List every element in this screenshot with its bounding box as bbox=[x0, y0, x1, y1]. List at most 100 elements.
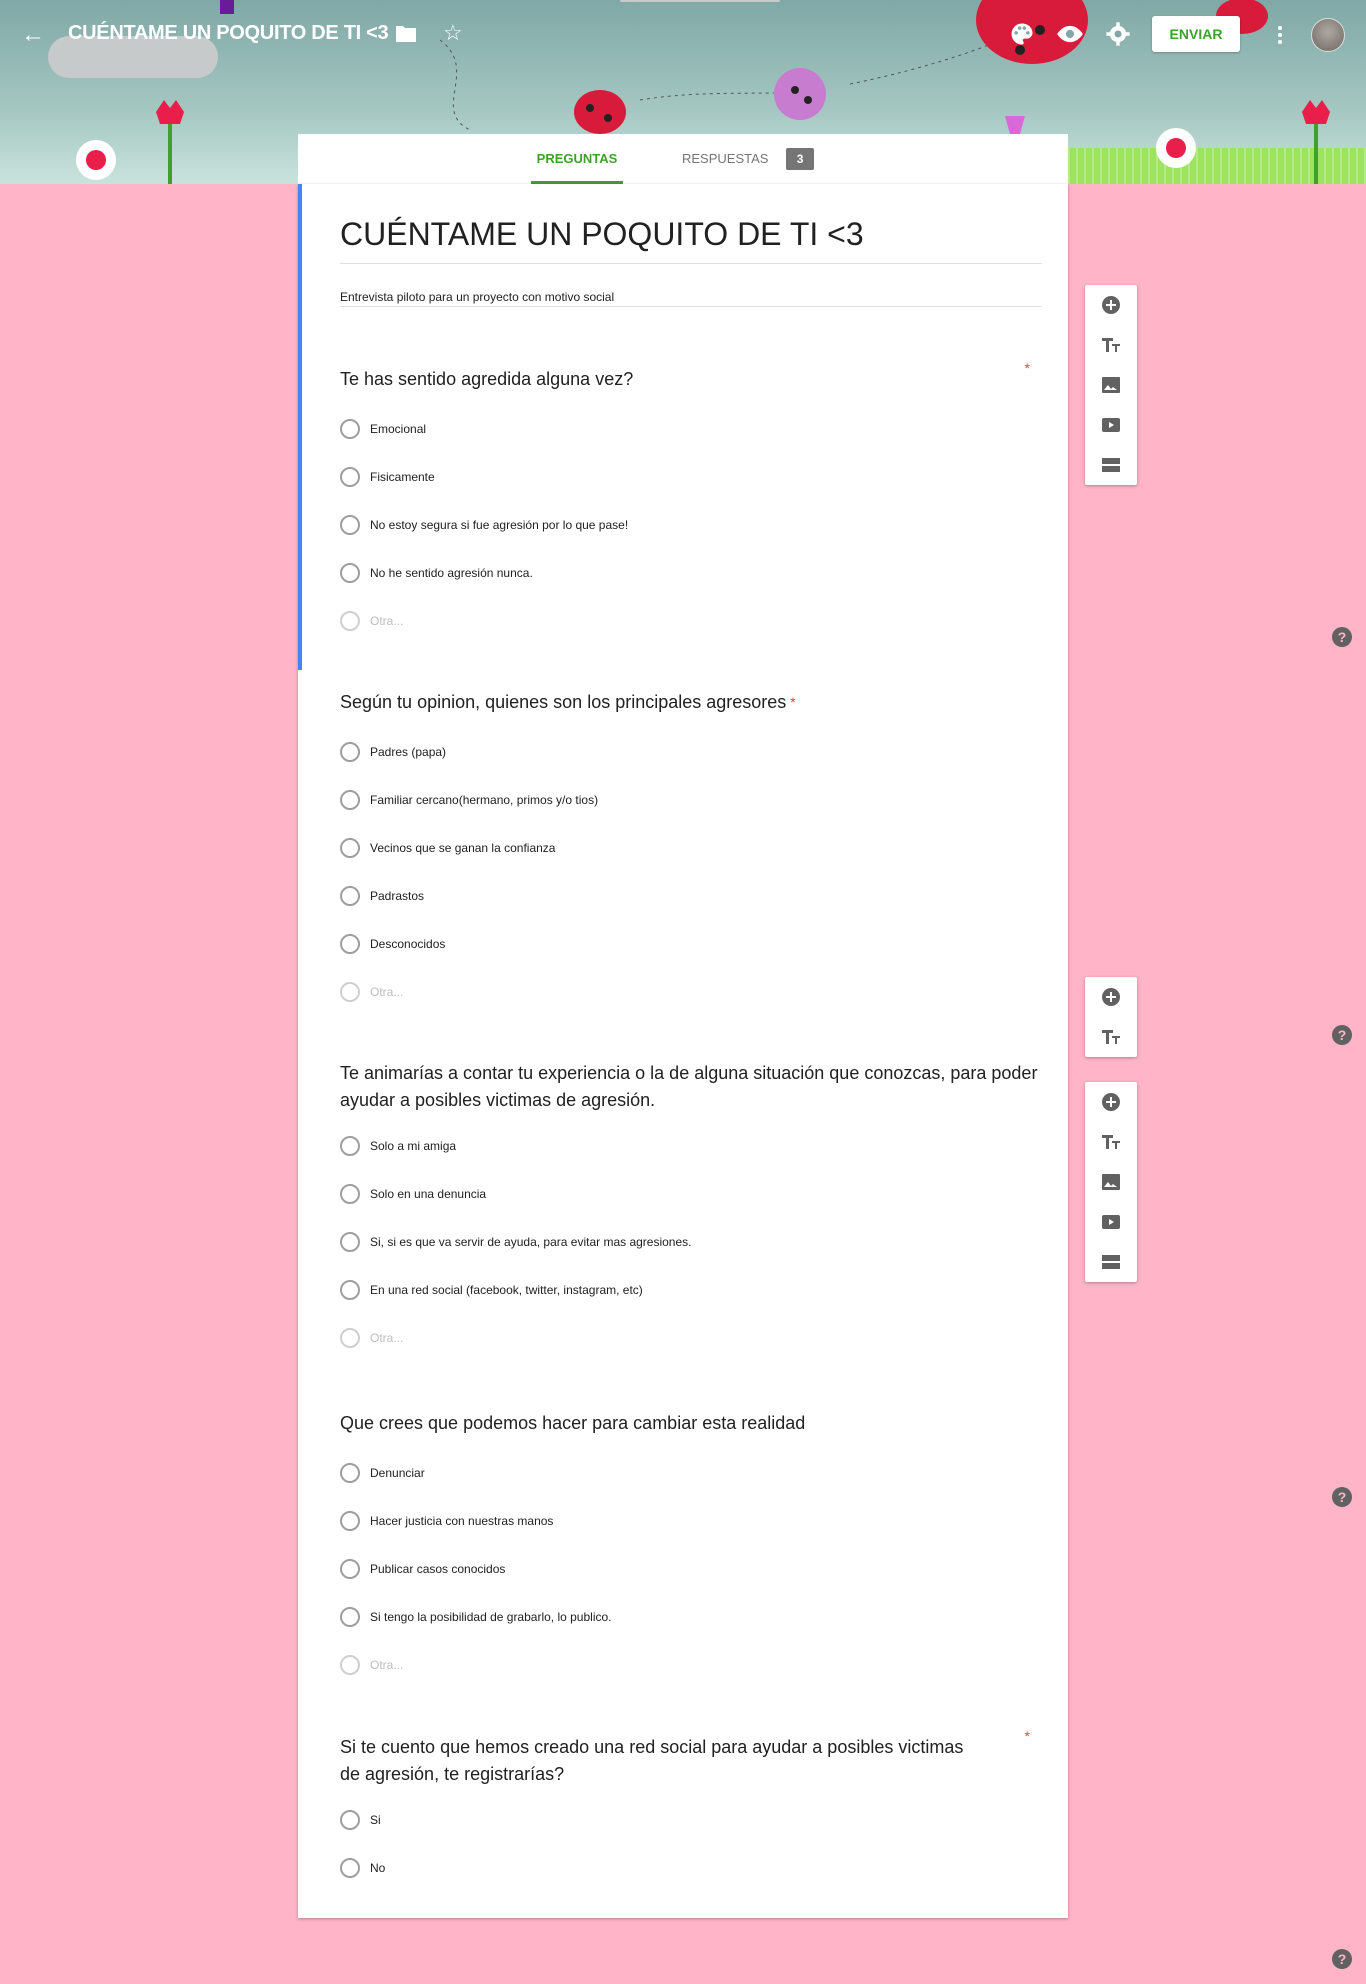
help-icon[interactable]: ? bbox=[1332, 1487, 1352, 1507]
add-image-button[interactable] bbox=[1085, 365, 1137, 405]
radio-option[interactable]: Hacer justicia con nuestras manos bbox=[340, 1497, 1060, 1545]
help-icon[interactable]: ? bbox=[1332, 1025, 1352, 1045]
radio-circle[interactable] bbox=[340, 1810, 360, 1830]
more-options-icon[interactable] bbox=[1272, 20, 1288, 50]
radio-circle[interactable] bbox=[340, 467, 360, 487]
form-title[interactable]: CUÉNTAME UN POQUITO DE TI <3 bbox=[340, 216, 1042, 264]
add-section-button[interactable] bbox=[1085, 1242, 1137, 1282]
help-icon[interactable]: ? bbox=[1332, 627, 1352, 647]
radio-circle[interactable] bbox=[340, 1136, 360, 1156]
question-title[interactable]: Que crees que podemos hacer para cambiar… bbox=[340, 1410, 1060, 1437]
avatar[interactable] bbox=[1311, 18, 1345, 52]
required-asterisk: * bbox=[790, 694, 796, 710]
question-card[interactable]: Que crees que podemos hacer para cambiar… bbox=[340, 1410, 1060, 1689]
settings-gear-icon[interactable] bbox=[1104, 20, 1132, 48]
image-icon bbox=[1102, 377, 1120, 393]
radio-circle[interactable] bbox=[340, 1858, 360, 1878]
radio-option[interactable]: No he sentido agresión nunca. bbox=[340, 549, 1060, 597]
radio-circle[interactable] bbox=[340, 1328, 360, 1348]
help-icon[interactable]: ? bbox=[1332, 1949, 1352, 1969]
add-question-button[interactable] bbox=[1085, 1082, 1137, 1122]
star-icon[interactable]: ☆ bbox=[443, 20, 463, 46]
add-image-button[interactable] bbox=[1085, 1162, 1137, 1202]
radio-circle[interactable] bbox=[340, 515, 360, 535]
radio-option[interactable]: No estoy segura si fue agresión por lo q… bbox=[340, 501, 1060, 549]
radio-circle[interactable] bbox=[340, 1232, 360, 1252]
radio-option[interactable]: Vecinos que se ganan la confianza bbox=[340, 824, 1060, 872]
question-card[interactable]: Te has sentido agredida alguna vez? * Em… bbox=[340, 360, 1060, 645]
radio-circle[interactable] bbox=[340, 1607, 360, 1627]
tab-responses[interactable]: RESPUESTAS 3 bbox=[682, 134, 815, 184]
radio-circle[interactable] bbox=[340, 1511, 360, 1531]
radio-option[interactable]: Solo en una denuncia bbox=[340, 1170, 1060, 1218]
radio-option-other[interactable]: Otra... bbox=[340, 968, 1060, 1016]
option-label: Denunciar bbox=[370, 1466, 425, 1480]
radio-option[interactable]: Padres (papa) bbox=[340, 728, 1060, 776]
option-label: Publicar casos conocidos bbox=[370, 1562, 506, 1576]
question-title[interactable]: Te has sentido agredida alguna vez? bbox=[340, 366, 1060, 393]
radio-option-other[interactable]: Otra... bbox=[340, 1314, 1060, 1362]
radio-circle[interactable] bbox=[340, 982, 360, 1002]
active-section-indicator bbox=[298, 184, 302, 670]
radio-circle[interactable] bbox=[340, 934, 360, 954]
video-icon bbox=[1102, 1215, 1120, 1229]
required-asterisk: * bbox=[1024, 1728, 1030, 1744]
add-video-button[interactable] bbox=[1085, 1202, 1137, 1242]
question-title-text: Según tu opinion, quienes son los princi… bbox=[340, 692, 787, 712]
back-arrow-icon[interactable]: ← bbox=[18, 20, 48, 50]
option-label: Solo a mi amiga bbox=[370, 1139, 457, 1153]
option-label: Desconocidos bbox=[370, 937, 446, 951]
question-card[interactable]: Si te cuento que hemos creado una red so… bbox=[340, 1728, 1060, 1892]
preview-eye-icon[interactable] bbox=[1056, 20, 1084, 48]
folder-icon[interactable] bbox=[396, 24, 416, 42]
option-label: Vecinos que se ganan la confianza bbox=[370, 841, 556, 855]
add-question-button[interactable] bbox=[1085, 285, 1137, 325]
radio-option[interactable]: Emocional bbox=[340, 405, 1060, 453]
radio-circle[interactable] bbox=[340, 742, 360, 762]
radio-option[interactable]: Desconocidos bbox=[340, 920, 1060, 968]
radio-option-other[interactable]: Otra... bbox=[340, 1641, 1060, 1689]
radio-circle[interactable] bbox=[340, 563, 360, 583]
section-icon bbox=[1102, 1255, 1120, 1269]
question-title[interactable]: Te animarías a contar tu experiencia o l… bbox=[340, 1060, 1060, 1114]
radio-option[interactable]: Familiar cercano(hermano, primos y/o tio… bbox=[340, 776, 1060, 824]
radio-circle[interactable] bbox=[340, 1559, 360, 1579]
radio-circle[interactable] bbox=[340, 886, 360, 906]
question-card[interactable]: Te animarías a contar tu experiencia o l… bbox=[340, 1060, 1060, 1362]
radio-option-other[interactable]: Otra... bbox=[340, 597, 1060, 645]
radio-circle[interactable] bbox=[340, 611, 360, 631]
radio-option[interactable]: Publicar casos conocidos bbox=[340, 1545, 1060, 1593]
question-title[interactable]: Si te cuento que hemos creado una red so… bbox=[340, 1734, 980, 1788]
radio-option[interactable]: En una red social (facebook, twitter, in… bbox=[340, 1266, 1060, 1314]
radio-circle[interactable] bbox=[340, 1655, 360, 1675]
option-other-label: Otra... bbox=[370, 1658, 404, 1672]
radio-circle[interactable] bbox=[340, 838, 360, 858]
radio-option[interactable]: Denunciar bbox=[340, 1449, 1060, 1497]
radio-option[interactable]: Si bbox=[340, 1796, 1060, 1844]
question-card[interactable]: Según tu opinion, quienes son los princi… bbox=[340, 689, 1060, 1016]
radio-circle[interactable] bbox=[340, 1280, 360, 1300]
add-video-button[interactable] bbox=[1085, 405, 1137, 445]
question-title[interactable]: Según tu opinion, quienes son los princi… bbox=[340, 689, 1060, 716]
tab-questions[interactable]: PREGUNTAS bbox=[531, 134, 623, 184]
form-title-header[interactable]: CUÉNTAME UN POQUITO DE TI <3 bbox=[68, 22, 389, 45]
radio-option[interactable]: Solo a mi amiga bbox=[340, 1122, 1060, 1170]
add-question-button[interactable] bbox=[1085, 977, 1137, 1017]
add-section-button[interactable] bbox=[1085, 445, 1137, 485]
radio-circle[interactable] bbox=[340, 419, 360, 439]
radio-circle[interactable] bbox=[340, 1184, 360, 1204]
radio-option[interactable]: Si tengo la posibilidad de grabarlo, lo … bbox=[340, 1593, 1060, 1641]
add-title-button[interactable] bbox=[1085, 1122, 1137, 1162]
send-button[interactable]: ENVIAR bbox=[1152, 16, 1240, 52]
radio-option[interactable]: Si, si es que va servir de ayuda, para e… bbox=[340, 1218, 1060, 1266]
form-description[interactable]: Entrevista piloto para un proyecto con m… bbox=[340, 290, 1042, 307]
radio-circle[interactable] bbox=[340, 1463, 360, 1483]
radio-option[interactable]: Padrastos bbox=[340, 872, 1060, 920]
radio-circle[interactable] bbox=[340, 790, 360, 810]
option-label: Fisicamente bbox=[370, 470, 435, 484]
add-title-button[interactable] bbox=[1085, 1017, 1137, 1057]
radio-option[interactable]: No bbox=[340, 1844, 1060, 1892]
add-title-button[interactable] bbox=[1085, 325, 1137, 365]
radio-option[interactable]: Fisicamente bbox=[340, 453, 1060, 501]
palette-icon[interactable] bbox=[1008, 20, 1036, 48]
